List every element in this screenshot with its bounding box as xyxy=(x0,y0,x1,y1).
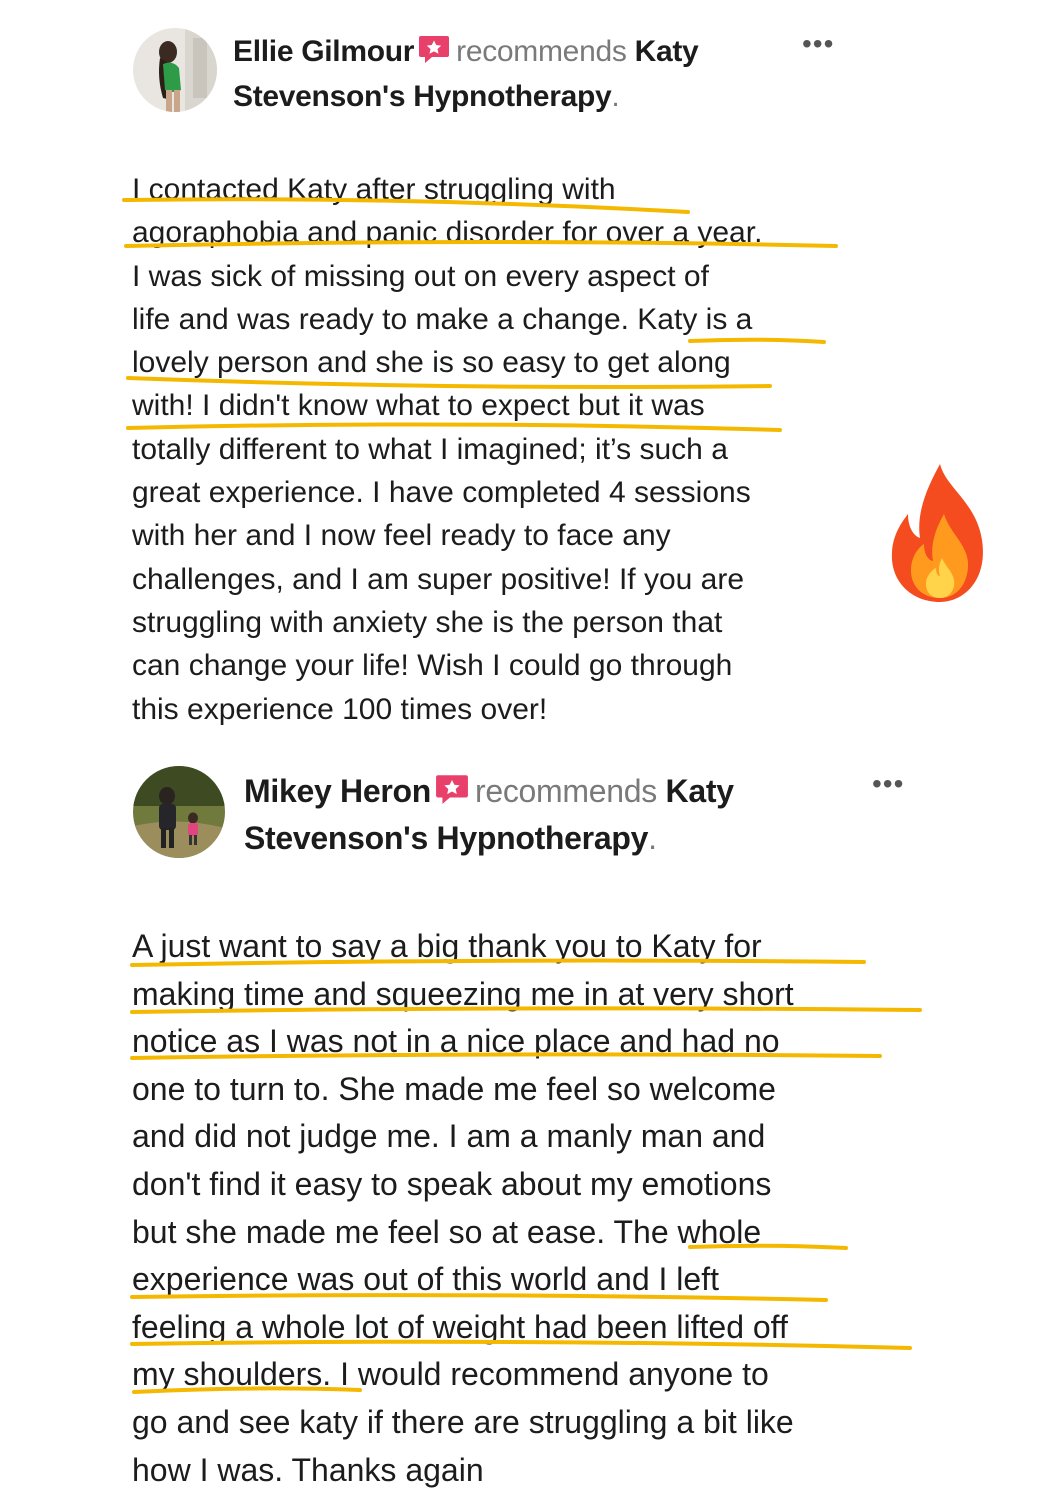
review-line: go and see katy if there are struggling … xyxy=(132,1403,794,1440)
review-line: feeling a whole lot of weight had been l… xyxy=(132,1308,788,1345)
review-line: notice as I was not in a nice place and … xyxy=(132,1023,780,1060)
review-line: A just want to say a big thank you to Ka… xyxy=(132,928,762,964)
review-line: making time and squeezing me in at very … xyxy=(132,975,794,1012)
recommend-badge-icon xyxy=(435,772,469,816)
review-line: one to turn to. She made me feel so welc… xyxy=(132,1070,776,1107)
review-line: how I was. Thanks again xyxy=(132,1451,484,1488)
review-line: experience was out of this world and I l… xyxy=(132,1261,719,1298)
review-line: with her and I now feel ready to face an… xyxy=(132,519,671,553)
review-line: life and was ready to make a change. Kat… xyxy=(132,302,753,336)
review-line: and did not judge me. I am a manly man a… xyxy=(132,1118,766,1155)
review-line: can change your life! Wish I could go th… xyxy=(132,649,733,683)
avatar[interactable] xyxy=(133,28,217,112)
review-card-2: Mikey Heron recommends Katy Stevenson's H… xyxy=(0,740,1060,1500)
business-name-part1[interactable]: Katy xyxy=(666,773,734,809)
recommend-badge-icon xyxy=(418,34,450,76)
review-card-1: Ellie Gilmour recommends Katy Stevenson's… xyxy=(0,0,1060,740)
business-name-part2[interactable]: Stevenson's Hypnotherapy xyxy=(233,80,612,113)
recommends-label: recommends xyxy=(456,35,627,68)
review-line: my shoulders. I would recommend anyone t… xyxy=(132,1356,769,1393)
author-name[interactable]: Ellie Gilmour xyxy=(233,35,414,68)
review-body: A just want to say a big thank you to Ka… xyxy=(132,923,794,1494)
review-line: struggling with anxiety she is the perso… xyxy=(132,605,723,639)
more-options-icon[interactable]: ••• xyxy=(802,30,834,58)
review-line: great experience. I have completed 4 ses… xyxy=(132,476,751,510)
review-body: I contacted Katy after struggling with a… xyxy=(132,168,762,731)
review-line: this experience 100 times over! xyxy=(132,692,548,726)
review-header: Ellie Gilmour recommends Katy Stevenson's… xyxy=(233,31,793,118)
author-name[interactable]: Mikey Heron xyxy=(244,773,431,809)
review-line: lovely person and she is so easy to get … xyxy=(132,346,731,380)
review-line: I was sick of missing out on every aspec… xyxy=(132,259,709,293)
review-line: I contacted Katy after struggling with xyxy=(132,173,616,206)
business-name-part2[interactable]: Stevenson's Hypnotherapy xyxy=(244,820,648,856)
review-line: totally different to what I imagined; it… xyxy=(132,432,728,466)
review-line: agoraphobia and panic disorder for over … xyxy=(132,216,763,250)
review-header: Mikey Heron recommends Katy Stevenson's H… xyxy=(244,769,844,860)
review-line: challenges, and I am super positive! If … xyxy=(132,562,745,596)
more-options-icon[interactable]: ••• xyxy=(872,770,904,798)
fire-emoji-icon xyxy=(884,462,996,609)
avatar[interactable] xyxy=(133,766,225,858)
recommends-label: recommends xyxy=(474,773,657,809)
period: . xyxy=(611,80,620,113)
review-line: but she made me feel so at ease. The who… xyxy=(132,1213,762,1250)
period: . xyxy=(648,820,657,856)
review-line: don't find it easy to speak about my emo… xyxy=(132,1165,772,1202)
business-name-part1[interactable]: Katy xyxy=(635,35,699,68)
review-line: with! I didn't know what to expect but i… xyxy=(132,389,705,423)
